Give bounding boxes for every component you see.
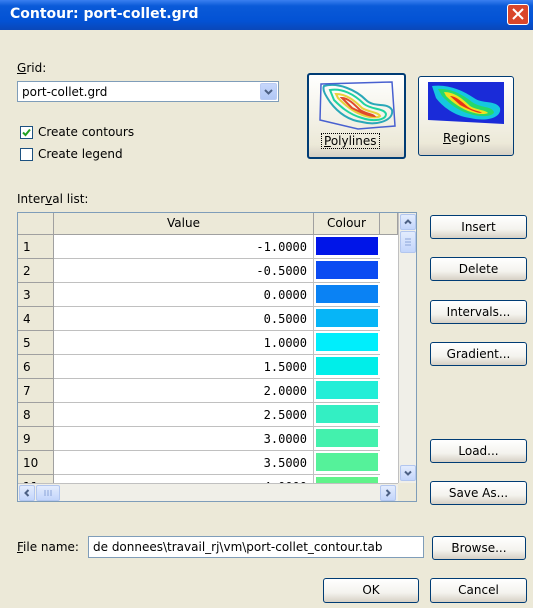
row-number[interactable]: 2 — [18, 259, 54, 283]
row-number[interactable]: 9 — [18, 427, 54, 451]
create-legend-checkbox[interactable] — [20, 148, 33, 161]
colour-cell[interactable] — [314, 427, 380, 451]
colour-swatch — [316, 405, 378, 423]
row-number[interactable]: 6 — [18, 355, 54, 379]
colour-cell[interactable] — [314, 283, 380, 307]
colour-swatch — [316, 309, 378, 327]
file-name-field[interactable]: de donnees\travail_rj\vm\port-collet_con… — [88, 536, 424, 558]
table-corner — [18, 213, 54, 235]
gradient-button[interactable]: Gradient... — [430, 342, 527, 366]
colour-column-header[interactable]: Colour — [314, 213, 380, 235]
colour-cell[interactable] — [314, 379, 380, 403]
interval-value-cell[interactable]: 1.5000 — [54, 355, 314, 379]
chevron-down-icon — [404, 470, 412, 476]
ok-button[interactable]: OK — [323, 578, 419, 603]
intervals-button[interactable]: Intervals... — [430, 300, 527, 324]
title-bar[interactable]: Contour: port-collet.grd — [0, 0, 533, 30]
row-number[interactable]: 3 — [18, 283, 54, 307]
row-number[interactable]: 10 — [18, 451, 54, 475]
grip-icon — [405, 238, 411, 246]
chevron-up-icon — [404, 219, 412, 225]
colour-cell[interactable] — [314, 235, 380, 259]
colour-swatch — [316, 381, 378, 399]
row-number[interactable]: 4 — [18, 307, 54, 331]
cancel-button[interactable]: Cancel — [430, 578, 527, 603]
polylines-button[interactable]: Polylines — [307, 73, 406, 159]
interval-value-cell[interactable]: 4.0000 — [54, 475, 314, 483]
row-number[interactable]: 7 — [18, 379, 54, 403]
colour-cell[interactable] — [314, 307, 380, 331]
regions-contour-icon — [428, 82, 504, 124]
file-name-label: File name: — [17, 540, 79, 554]
horizontal-scrollbar[interactable] — [18, 483, 398, 501]
scroll-left-button[interactable] — [19, 485, 35, 501]
vertical-scroll-thumb[interactable] — [400, 231, 416, 253]
interval-rows: 1 -1.0000 2 -0.5000 3 0.0000 4 0.5000 5 1.0000 6 1.… — [18, 235, 398, 483]
colour-swatch — [316, 357, 378, 375]
value-column-header[interactable]: Value — [54, 213, 314, 235]
colour-swatch — [316, 285, 378, 303]
regions-label: Regions — [443, 131, 491, 145]
row-number[interactable]: 11 — [18, 475, 54, 483]
close-button[interactable] — [507, 4, 529, 25]
polylines-contour-icon — [319, 81, 396, 130]
scroll-down-button[interactable] — [400, 465, 416, 481]
grid-select-value: port-collet.grd — [22, 85, 108, 99]
regions-button[interactable]: Regions — [418, 76, 514, 156]
interval-value-cell[interactable]: 0.5000 — [54, 307, 314, 331]
interval-value-cell[interactable]: -0.5000 — [54, 259, 314, 283]
create-contours-label: Create contours — [38, 125, 135, 139]
scroll-right-button[interactable] — [380, 485, 396, 501]
colour-swatch — [316, 333, 378, 351]
chevron-left-icon — [24, 489, 30, 497]
insert-button[interactable]: Insert — [430, 215, 527, 239]
colour-swatch — [316, 429, 378, 447]
colour-swatch — [316, 237, 378, 255]
colour-swatch — [316, 453, 378, 471]
grid-select[interactable]: port-collet.grd — [17, 81, 279, 102]
interval-table[interactable]: Value Colour 1 -1.0000 2 -0.5000 3 0.0000 4 0.5… — [17, 212, 417, 502]
close-icon — [512, 8, 524, 20]
grid-label: Grid: — [17, 61, 47, 75]
scrollbar-corner — [398, 483, 416, 501]
interval-value-cell[interactable]: 2.5000 — [54, 403, 314, 427]
load-button[interactable]: Load... — [430, 439, 527, 463]
horizontal-scroll-thumb[interactable] — [36, 485, 60, 501]
colour-cell[interactable] — [314, 355, 380, 379]
checkmark-icon — [22, 128, 31, 137]
create-contours-checkbox[interactable] — [20, 126, 33, 139]
interval-list-label: Interval list: — [17, 192, 89, 206]
colour-cell[interactable] — [314, 331, 380, 355]
interval-value-cell[interactable]: 1.0000 — [54, 331, 314, 355]
row-number[interactable]: 5 — [18, 331, 54, 355]
interval-value-cell[interactable]: 3.5000 — [54, 451, 314, 475]
colour-swatch — [316, 261, 378, 279]
interval-value-cell[interactable]: 0.0000 — [54, 283, 314, 307]
browse-button[interactable]: Browse... — [432, 536, 526, 560]
delete-button[interactable]: Delete — [430, 257, 527, 281]
save-as-button[interactable]: Save As... — [430, 481, 527, 505]
colour-cell[interactable] — [314, 403, 380, 427]
interval-value-cell[interactable]: -1.0000 — [54, 235, 314, 259]
vertical-scrollbar[interactable] — [398, 213, 416, 483]
colour-cell[interactable] — [314, 475, 380, 483]
interval-value-cell[interactable]: 2.0000 — [54, 379, 314, 403]
row-number[interactable]: 1 — [18, 235, 54, 259]
interval-value-cell[interactable]: 3.0000 — [54, 427, 314, 451]
grip-icon — [44, 490, 52, 496]
colour-cell[interactable] — [314, 451, 380, 475]
polylines-label: Polylines — [321, 133, 380, 149]
chevron-down-icon[interactable] — [260, 83, 277, 100]
window-title: Contour: port-collet.grd — [10, 6, 199, 22]
chevron-right-icon — [385, 489, 391, 497]
row-number[interactable]: 8 — [18, 403, 54, 427]
table-header-filler — [380, 213, 398, 235]
colour-cell[interactable] — [314, 259, 380, 283]
create-legend-label: Create legend — [38, 147, 123, 161]
file-name-value: de donnees\travail_rj\vm\port-collet_con… — [93, 540, 383, 554]
scroll-up-button[interactable] — [400, 214, 416, 230]
